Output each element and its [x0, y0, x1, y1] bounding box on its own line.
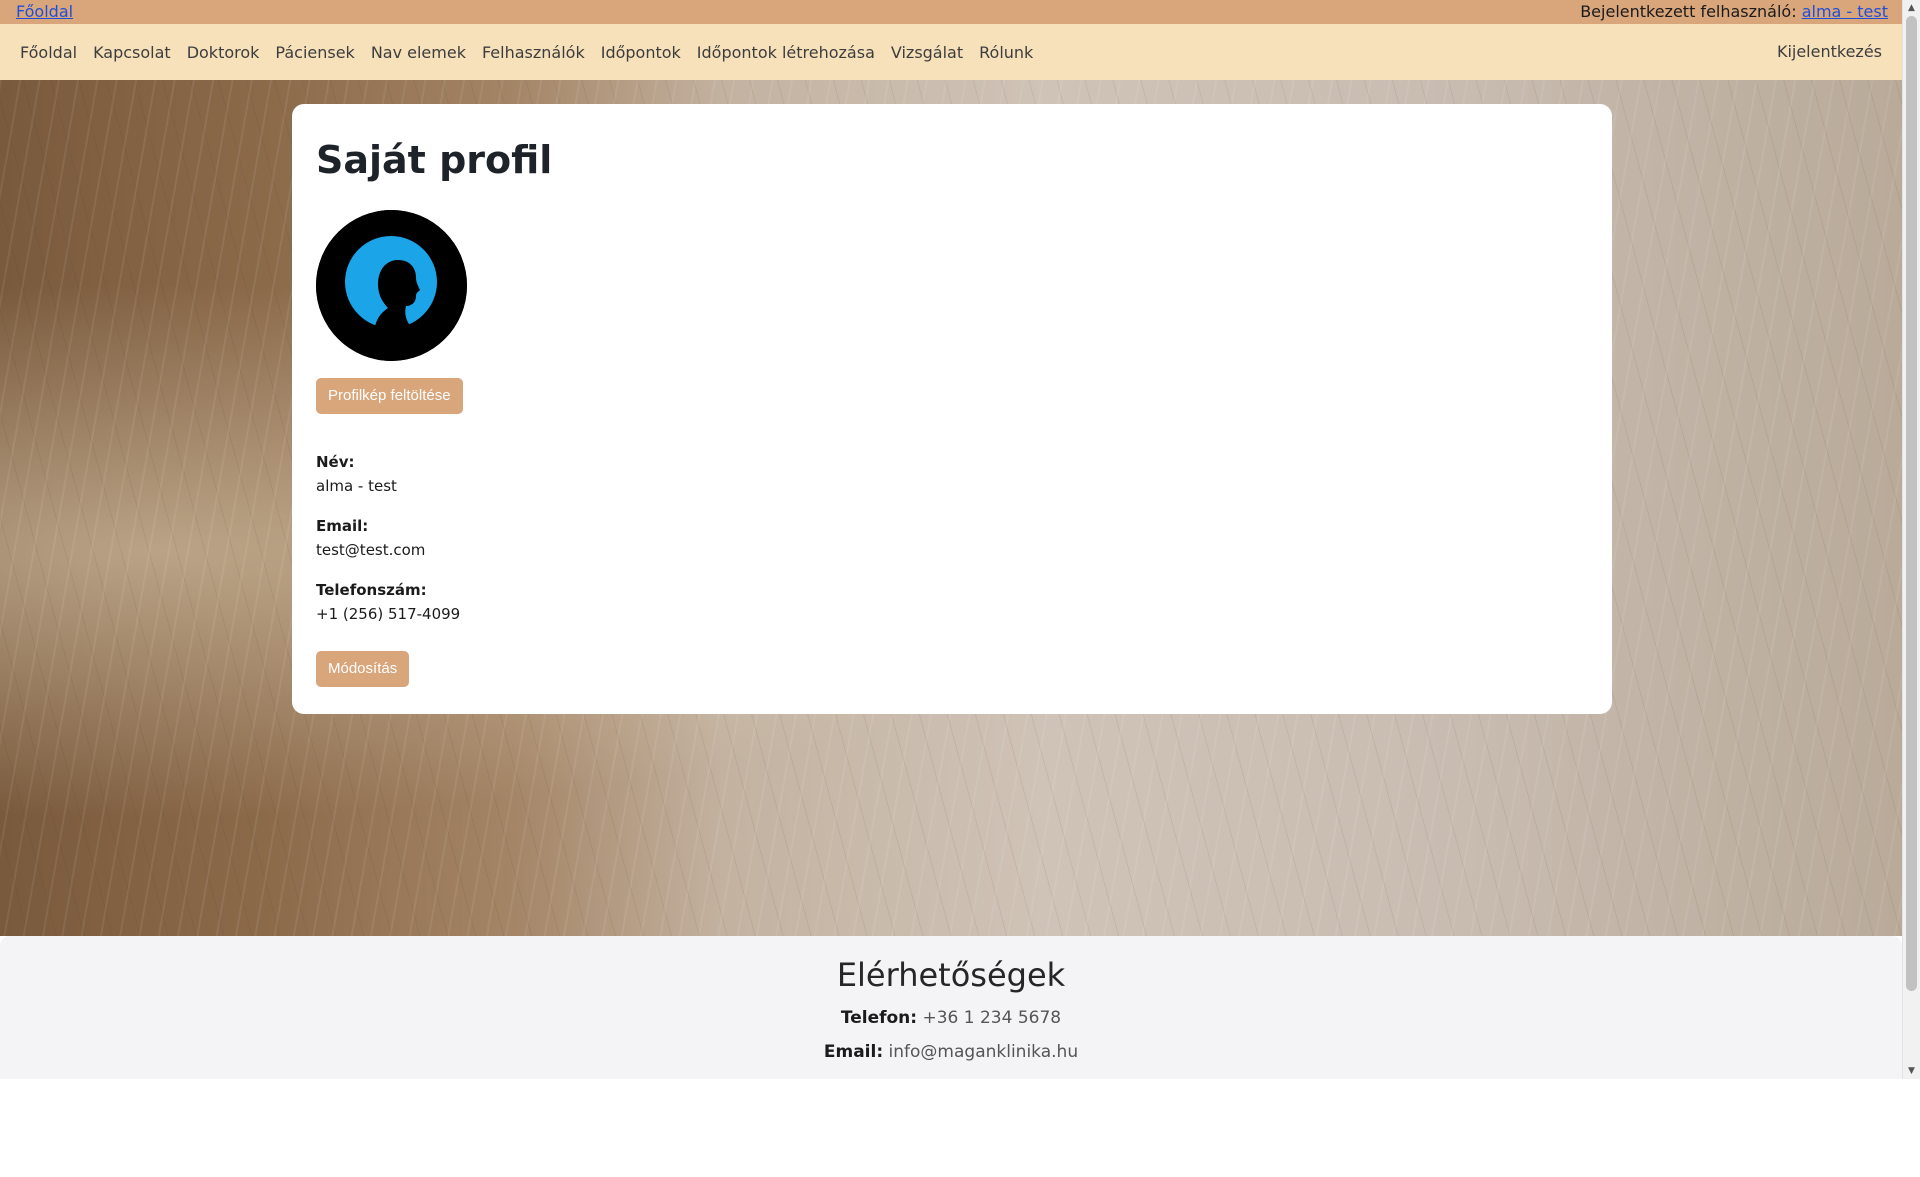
name-label: Név:	[316, 453, 355, 471]
logout-link[interactable]: Kijelentkezés	[1767, 24, 1892, 80]
upload-profile-picture-button[interactable]: Profilkép feltöltése	[316, 378, 463, 414]
login-info: Bejelentkezett felhasználó: alma - test	[1580, 0, 1888, 24]
profile-details: Név: alma - test Email: test@test.com Te…	[316, 450, 1588, 626]
login-label: Bejelentkezett felhasználó:	[1580, 2, 1802, 21]
footer-title: Elérhetőségek	[836, 956, 1066, 994]
nav-item-create-appointments[interactable]: Időpontok létrehozása	[689, 43, 883, 62]
name-field: Név: alma - test	[316, 450, 1588, 498]
email-label: Email:	[316, 517, 369, 535]
main-navbar: Főoldal Kapcsolat Doktorok Páciensek Nav…	[0, 24, 1902, 80]
footer: Elérhetőségek Telefon: +36 1 234 5678 Em…	[0, 936, 1902, 1079]
footer-email-label: Email:	[823, 1042, 884, 1062]
scroll-up-arrow-icon[interactable]: ▲	[1903, 0, 1920, 16]
phone-label: Telefonszám:	[316, 581, 427, 599]
nav-item-nav-elements[interactable]: Nav elemek	[363, 43, 474, 62]
footer-phone-label: Telefon:	[840, 1008, 918, 1028]
edit-profile-button[interactable]: Módosítás	[316, 651, 410, 687]
nav-item-home[interactable]: Főoldal	[12, 43, 85, 62]
nav-item-contact[interactable]: Kapcsolat	[85, 43, 179, 62]
page-title: Saját profil	[316, 138, 553, 182]
user-link[interactable]: alma - test	[1802, 2, 1888, 21]
top-bar: Főoldal Bejelentkezett felhasználó: alma…	[0, 0, 1902, 24]
scroll-down-arrow-icon[interactable]: ▼	[1903, 1063, 1920, 1079]
nav-item-doctors[interactable]: Doktorok	[179, 43, 268, 62]
nav-item-patients[interactable]: Páciensek	[267, 43, 362, 62]
vertical-scrollbar[interactable]: ▲ ▼	[1902, 0, 1920, 1079]
phone-field: Telefonszám: +1 (256) 517-4099	[316, 578, 1588, 626]
user-silhouette-icon	[316, 210, 467, 361]
browser-viewport: Főoldal Bejelentkezett felhasználó: alma…	[0, 0, 1920, 1079]
home-link[interactable]: Főoldal	[16, 0, 73, 24]
email-field: Email: test@test.com	[316, 514, 1588, 562]
name-value: alma - test	[316, 477, 397, 495]
footer-phone: Telefon: +36 1 234 5678	[0, 1008, 1902, 1028]
email-value: test@test.com	[316, 541, 426, 559]
scrollbar-thumb[interactable]	[1906, 16, 1917, 991]
phone-value: +1 (256) 517-4099	[316, 605, 461, 623]
footer-email-value: info@maganklinika.hu	[888, 1042, 1079, 1062]
footer-phone-value: +36 1 234 5678	[922, 1008, 1062, 1028]
profile-card: Saját profil Profilkép feltöltése Név: a…	[292, 104, 1612, 714]
footer-email: Email: info@maganklinika.hu	[0, 1042, 1902, 1062]
nav-item-examination[interactable]: Vizsgálat	[883, 43, 971, 62]
nav-item-appointments[interactable]: Időpontok	[593, 43, 689, 62]
nav-item-users[interactable]: Felhasználók	[474, 43, 593, 62]
nav-item-about[interactable]: Rólunk	[971, 43, 1041, 62]
avatar	[316, 210, 467, 361]
blank-area	[0, 1079, 1920, 1177]
